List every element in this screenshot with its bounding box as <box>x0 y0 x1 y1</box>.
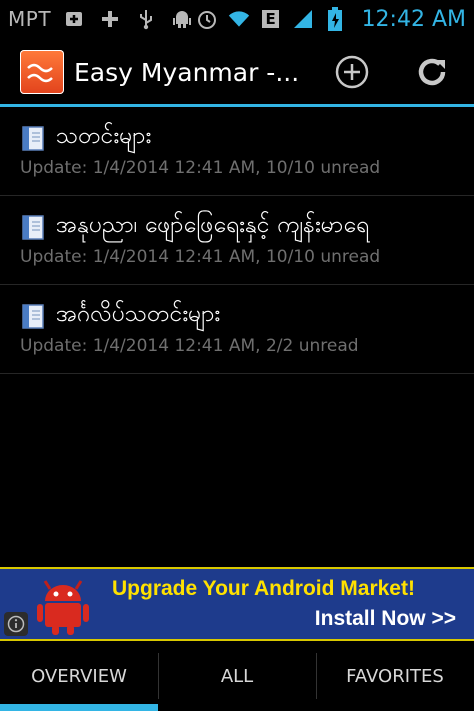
move-notification-icon <box>99 8 121 30</box>
tab-label: ALL <box>220 665 254 687</box>
info-icon <box>7 615 25 633</box>
tab-overview[interactable]: OVERVIEW <box>0 641 158 711</box>
ad-info-button[interactable] <box>4 612 28 636</box>
feed-title: သတင်းများ <box>56 123 152 149</box>
ad-headline[interactable]: Upgrade Your Android Market! <box>112 577 415 601</box>
ad-banner[interactable]: Upgrade Your Android Market! Install Now… <box>0 567 474 641</box>
alarm-icon <box>196 8 218 30</box>
notification-icons <box>63 8 193 30</box>
network-type-icon: E <box>260 8 282 30</box>
signal-strength-icon <box>292 8 314 30</box>
tab-favorites[interactable]: FAVORITES <box>316 641 474 711</box>
add-feed-button[interactable] <box>332 52 372 92</box>
feed-update-status: Update: 1/4/2014 12:41 AM, 10/10 unread <box>20 158 381 178</box>
refresh-button[interactable] <box>412 52 452 92</box>
feed-document-icon <box>22 126 44 151</box>
status-bar: MPT E 12:42 AM <box>0 0 474 38</box>
feed-list[interactable]: သတင်းများ Update: 1/4/2014 12:41 AM, 10/… <box>0 107 474 374</box>
feed-update-status: Update: 1/4/2014 12:41 AM, 2/2 unread <box>20 336 359 356</box>
action-bar: Easy Myanmar -... <box>0 38 474 106</box>
feed-update-status: Update: 1/4/2014 12:41 AM, 10/10 unread <box>20 247 381 267</box>
tab-all[interactable]: ALL <box>158 641 316 711</box>
feed-item-entertainment[interactable]: အနုပညာ၊ ဖျော်ဖြေရေးနှင့် ကျန်းမာရေ Updat… <box>0 196 474 285</box>
android-debug-icon <box>171 8 193 30</box>
refresh-icon <box>418 58 446 86</box>
feed-document-icon <box>22 215 44 240</box>
carrier-name: MPT <box>8 7 52 31</box>
tab-label: OVERVIEW <box>31 665 127 687</box>
feed-title: အနုပညာ၊ ဖျော်ဖြေရေးနှင့် ကျန်းမာရေ <box>56 212 370 238</box>
tab-label: FAVORITES <box>346 665 444 687</box>
feed-document-icon <box>22 304 44 329</box>
status-clock: 12:42 AM <box>361 6 466 32</box>
feed-item-english-news[interactable]: အင်္ဂလိပ်သတင်းများ Update: 1/4/2014 12:4… <box>0 285 474 374</box>
wifi-icon <box>228 8 250 30</box>
android-robot-icon <box>37 580 89 635</box>
ad-install-cta[interactable]: Install Now >> <box>315 607 456 631</box>
battery-charging-icon <box>324 7 346 31</box>
app-logo-icon[interactable] <box>20 50 64 94</box>
network-badge: E <box>262 10 279 28</box>
feed-title: အင်္ဂလိပ်သတင်းများ <box>56 301 221 327</box>
usb-icon <box>135 8 157 30</box>
tab-bar: OVERVIEW ALL FAVORITES <box>0 641 474 711</box>
plus-box-notification-icon <box>63 8 85 30</box>
app-title: Easy Myanmar -... <box>74 57 300 87</box>
feed-item-news[interactable]: သတင်းများ Update: 1/4/2014 12:41 AM, 10/… <box>0 107 474 196</box>
add-circle-icon <box>335 55 369 89</box>
